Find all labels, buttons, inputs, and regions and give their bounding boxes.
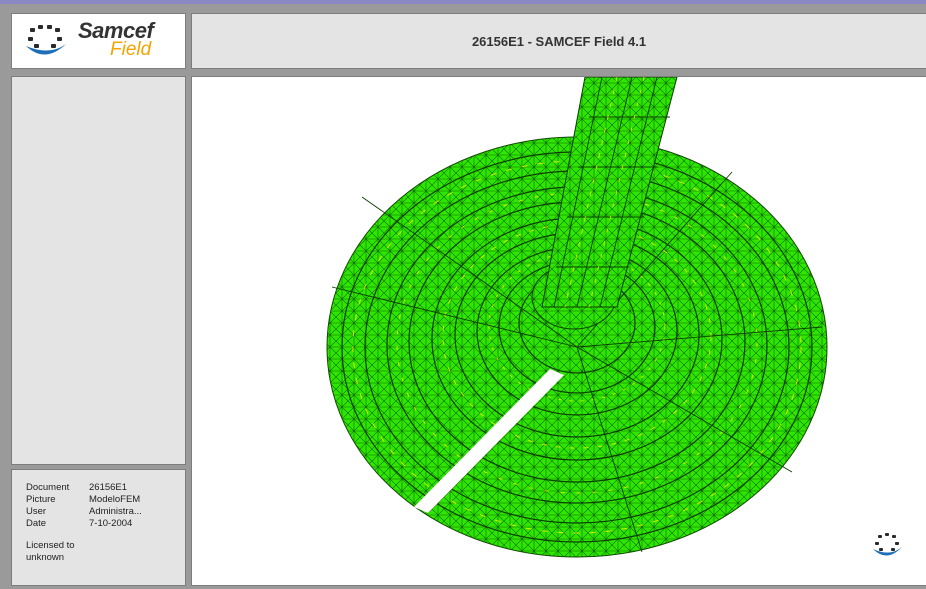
info-label: User [26,506,47,517]
info-label: Document [26,482,70,493]
license-text: Licensed to unknown [26,540,185,564]
info-label: Date [26,518,47,529]
logo-panel: Samcef Field [11,13,186,69]
logo-word-field: Field [110,39,152,60]
info-row-date: Date 7-10-2004 [26,518,185,530]
fem-mesh-view[interactable] [192,77,926,586]
info-value: 26156E1 [89,482,128,493]
side-panel [11,76,186,465]
license-line-1: Licensed to [26,540,75,551]
info-value: Administra... [89,506,142,517]
info-value: ModeloFEM [89,494,141,505]
window-top-edge [0,0,926,4]
info-row-document: Document 26156E1 [26,482,185,494]
license-line-2: unknown [26,552,65,563]
info-row-user: User Administra... [26,506,185,518]
samcef-corner-logo-icon [873,533,902,556]
window-title: 26156E1 - SAMCEF Field 4.1 [471,33,647,49]
samcef-logo-icon [26,25,66,55]
model-viewport[interactable] [191,76,926,586]
title-bar: 26156E1 - SAMCEF Field 4.1 [191,13,926,69]
info-row-picture: Picture ModeloFEM [26,494,185,506]
info-label: Picture [26,494,56,505]
info-value: 7-10-2004 [89,518,133,529]
document-info-panel: Document 26156E1 Picture ModeloFEM User … [11,469,186,586]
